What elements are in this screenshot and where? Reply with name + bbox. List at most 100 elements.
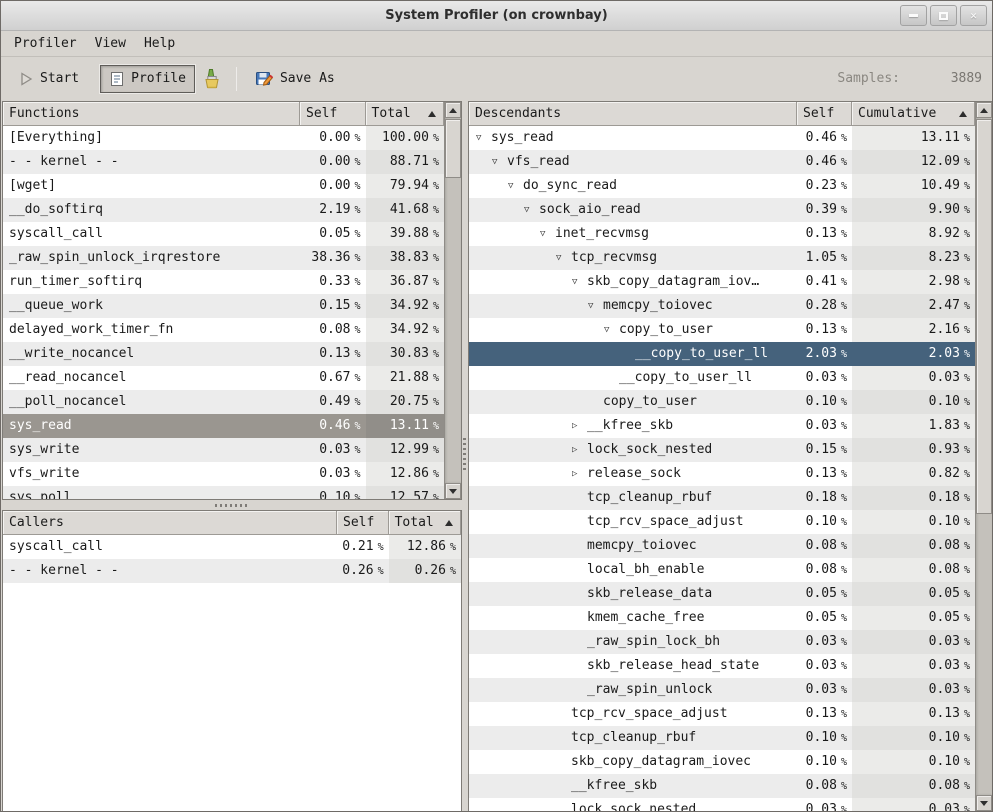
- table-row[interactable]: ▽inet_recvmsg0.13%8.92%: [469, 222, 975, 246]
- column-header-functions[interactable]: Functions: [3, 102, 300, 126]
- table-row[interactable]: ▷lock_sock_nested0.15%0.93%: [469, 438, 975, 462]
- table-row[interactable]: copy_to_user0.10%0.10%: [469, 390, 975, 414]
- self-value: 0.03%: [797, 654, 852, 678]
- table-row[interactable]: lock_sock_nested0.03%0.03%: [469, 798, 975, 811]
- table-row[interactable]: tcp_cleanup_rbuf0.18%0.18%: [469, 486, 975, 510]
- expander-open-icon[interactable]: ▽: [556, 246, 571, 270]
- minimize-button[interactable]: [900, 5, 927, 26]
- column-header-self[interactable]: Self: [300, 102, 366, 126]
- total-value: 36.87%: [366, 270, 444, 294]
- scrollbar-thumb[interactable]: [445, 119, 461, 178]
- table-row[interactable]: ▽copy_to_user0.13%2.16%: [469, 318, 975, 342]
- table-row[interactable]: _raw_spin_unlock0.03%0.03%: [469, 678, 975, 702]
- self-value-number: 0.49: [319, 394, 350, 409]
- table-row[interactable]: __poll_nocancel0.49%20.75%: [3, 390, 444, 414]
- start-button[interactable]: Start: [9, 65, 88, 93]
- table-row[interactable]: memcpy_toiovec0.08%0.08%: [469, 534, 975, 558]
- column-header-callers[interactable]: Callers: [3, 511, 337, 535]
- table-row[interactable]: [Everything]0.00%100.00%: [3, 126, 444, 150]
- self-value-number: 0.08: [806, 778, 837, 793]
- total-value-number: 0.05: [929, 586, 960, 601]
- percent-sign: %: [433, 325, 439, 336]
- table-row[interactable]: syscall_call0.05%39.88%: [3, 222, 444, 246]
- column-header-total[interactable]: Total: [366, 102, 444, 126]
- save-as-button[interactable]: Save As: [246, 64, 344, 94]
- table-row[interactable]: skb_release_head_state0.03%0.03%: [469, 654, 975, 678]
- scrollbar-trough[interactable]: [445, 118, 461, 483]
- table-row[interactable]: sys_poll0.10%12.57%: [3, 486, 444, 499]
- table-row[interactable]: __copy_to_user_ll0.03%0.03%: [469, 366, 975, 390]
- table-row[interactable]: ▽skb_copy_datagram_iov…0.41%2.98%: [469, 270, 975, 294]
- column-header-self[interactable]: Self: [797, 102, 852, 126]
- expander-closed-icon[interactable]: ▷: [572, 438, 587, 462]
- table-row[interactable]: syscall_call0.21%12.86%: [3, 535, 461, 559]
- expander-open-icon[interactable]: ▽: [476, 126, 491, 150]
- self-value: 1.05%: [797, 246, 852, 270]
- table-row[interactable]: __kfree_skb0.08%0.08%: [469, 774, 975, 798]
- table-row[interactable]: sys_read0.46%13.11%: [3, 414, 444, 438]
- column-header-total[interactable]: Total: [389, 511, 461, 535]
- table-row[interactable]: tcp_cleanup_rbuf0.10%0.10%: [469, 726, 975, 750]
- table-row[interactable]: ▷__kfree_skb0.03%1.83%: [469, 414, 975, 438]
- close-button[interactable]: ✕: [960, 5, 987, 26]
- table-row[interactable]: __copy_to_user_ll2.03%2.03%: [469, 342, 975, 366]
- table-row[interactable]: sys_write0.03%12.99%: [3, 438, 444, 462]
- menu-view[interactable]: View: [86, 33, 135, 54]
- profile-toggle-button[interactable]: Profile: [100, 65, 195, 93]
- table-row[interactable]: tcp_rcv_space_adjust0.13%0.13%: [469, 702, 975, 726]
- table-row[interactable]: ▽memcpy_toiovec0.28%2.47%: [469, 294, 975, 318]
- table-row[interactable]: ▽do_sync_read0.23%10.49%: [469, 174, 975, 198]
- expander-closed-icon[interactable]: ▷: [572, 414, 587, 438]
- percent-sign: %: [355, 133, 361, 144]
- expander-open-icon[interactable]: ▽: [540, 222, 555, 246]
- expander-open-icon[interactable]: ▽: [588, 294, 603, 318]
- scroll-down-button[interactable]: [445, 483, 461, 499]
- column-header-descendants[interactable]: Descendants: [469, 102, 797, 126]
- table-row[interactable]: __read_nocancel0.67%21.88%: [3, 366, 444, 390]
- horizontal-splitter[interactable]: [2, 500, 462, 510]
- table-row[interactable]: delayed_work_timer_fn0.08%34.92%: [3, 318, 444, 342]
- reset-button[interactable]: [195, 63, 227, 95]
- table-row[interactable]: ▽vfs_read0.46%12.09%: [469, 150, 975, 174]
- expander-open-icon[interactable]: ▽: [604, 318, 619, 342]
- function-name: vfs_read: [507, 150, 570, 174]
- table-row[interactable]: skb_release_data0.05%0.05%: [469, 582, 975, 606]
- scrollbar-trough[interactable]: [976, 118, 992, 795]
- table-row[interactable]: skb_copy_datagram_iovec0.10%0.10%: [469, 750, 975, 774]
- scroll-down-button[interactable]: [976, 795, 992, 811]
- table-row[interactable]: __do_softirq2.19%41.68%: [3, 198, 444, 222]
- table-row[interactable]: _raw_spin_lock_bh0.03%0.03%: [469, 630, 975, 654]
- table-row[interactable]: ▽sys_read0.46%13.11%: [469, 126, 975, 150]
- expander-closed-icon[interactable]: ▷: [572, 462, 587, 486]
- table-row[interactable]: __queue_work0.15%34.92%: [3, 294, 444, 318]
- maximize-button[interactable]: [930, 5, 957, 26]
- menu-help[interactable]: Help: [135, 33, 184, 54]
- table-row[interactable]: ▽tcp_recvmsg1.05%8.23%: [469, 246, 975, 270]
- table-row[interactable]: vfs_write0.03%12.86%: [3, 462, 444, 486]
- functions-scrollbar[interactable]: [444, 102, 461, 499]
- column-header-self[interactable]: Self: [337, 511, 389, 535]
- expander-open-icon[interactable]: ▽: [572, 270, 587, 294]
- table-row[interactable]: local_bh_enable0.08%0.08%: [469, 558, 975, 582]
- table-row[interactable]: __write_nocancel0.13%30.83%: [3, 342, 444, 366]
- scroll-up-button[interactable]: [445, 102, 461, 118]
- table-row[interactable]: ▷release_sock0.13%0.82%: [469, 462, 975, 486]
- scrollbar-thumb[interactable]: [976, 119, 992, 514]
- table-row[interactable]: run_timer_softirq0.33%36.87%: [3, 270, 444, 294]
- table-row[interactable]: [wget]0.00%79.94%: [3, 174, 444, 198]
- expander-open-icon[interactable]: ▽: [524, 198, 539, 222]
- titlebar[interactable]: System Profiler (on crownbay) ✕: [1, 1, 992, 31]
- table-row[interactable]: - - kernel - -0.00%88.71%: [3, 150, 444, 174]
- table-row[interactable]: - - kernel - -0.26%0.26%: [3, 559, 461, 583]
- expander-open-icon[interactable]: ▽: [508, 174, 523, 198]
- table-row[interactable]: tcp_rcv_space_adjust0.10%0.10%: [469, 510, 975, 534]
- column-header-cumulative[interactable]: Cumulative: [852, 102, 975, 126]
- arrow-down-icon: [449, 489, 457, 494]
- descendants-scrollbar[interactable]: [975, 102, 992, 811]
- scroll-up-button[interactable]: [976, 102, 992, 118]
- table-row[interactable]: ▽sock_aio_read0.39%9.90%: [469, 198, 975, 222]
- expander-open-icon[interactable]: ▽: [492, 150, 507, 174]
- table-row[interactable]: _raw_spin_unlock_irqrestore38.36%38.83%: [3, 246, 444, 270]
- table-row[interactable]: kmem_cache_free0.05%0.05%: [469, 606, 975, 630]
- menu-profiler[interactable]: Profiler: [5, 33, 86, 54]
